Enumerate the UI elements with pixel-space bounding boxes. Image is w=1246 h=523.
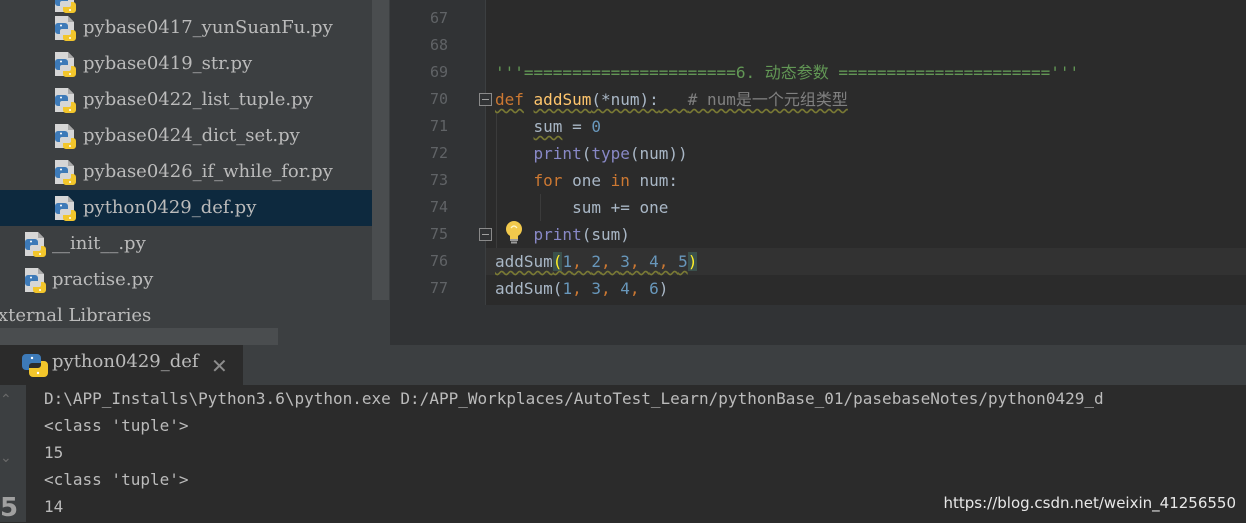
code-line-76[interactable]: addSum(1, 2, 3, 4, 5): [495, 248, 698, 275]
python-file-icon: [22, 231, 48, 257]
console-line: <class 'tuple'>: [44, 416, 189, 435]
tree-vertical-scrollbar[interactable]: [372, 0, 389, 300]
run-tab[interactable]: python0429_def ✕: [0, 345, 243, 385]
line-number: 71: [429, 117, 448, 135]
line-number: 72: [429, 144, 448, 162]
line-number: 76: [429, 252, 448, 270]
console-line: D:\APP_Installs\Python3.6\python.exe D:/…: [44, 389, 1104, 408]
code-line-69[interactable]: '''======================6. 动态参数 =======…: [495, 59, 1079, 86]
python-run-icon: [22, 354, 48, 377]
console-line: 15: [44, 443, 64, 462]
code-line-74[interactable]: sum += one: [495, 194, 668, 221]
code-line-70[interactable]: def addSum(*num): # num是一个元组类型: [495, 86, 848, 113]
run-tab-label: python0429_def: [52, 351, 199, 372]
tree-item-label: pybase0417_yunSuanFu.py: [83, 17, 333, 38]
tree-horizontal-scrollbar[interactable]: [0, 328, 278, 345]
line-number: 67: [429, 9, 448, 27]
scroll-up-icon[interactable]: ⌃: [0, 391, 14, 408]
code-line-72[interactable]: print(type(num)): [495, 140, 688, 167]
tree-item-file[interactable]: pybase0426_if_while_for.py: [0, 154, 372, 190]
tree-item-file[interactable]: practise.py: [0, 262, 372, 298]
console-line: 14: [44, 497, 64, 516]
tree-item-file[interactable]: pybase0419_str.py: [0, 46, 372, 82]
tree-item-file[interactable]: __init__.py: [0, 226, 372, 262]
tree-item-label: pybase0424_dict_set.py: [83, 125, 300, 146]
fold-marker-icon[interactable]: [479, 228, 492, 241]
code-editor[interactable]: 67 68 69 70 71 72 73 74 75 76 77 '''====…: [390, 0, 1246, 345]
python-file-icon: [52, 87, 78, 113]
rerun-icon[interactable]: 5: [0, 493, 18, 523]
tree-item-file[interactable]: pybase0417_yunSuanFu.py: [0, 10, 372, 46]
line-number: 70: [429, 90, 448, 108]
python-file-icon: [52, 195, 78, 221]
code-line-71[interactable]: sum = 0: [495, 113, 601, 140]
python-file-icon: [22, 267, 48, 293]
python-file-icon: [52, 159, 78, 185]
run-toolbar: ⌃ ⌄ 5: [0, 385, 26, 523]
line-number: 77: [429, 279, 448, 297]
run-panel-header: python0429_def ✕: [0, 345, 1246, 385]
code-line-73[interactable]: for one in num:: [495, 167, 679, 194]
tree-item-file[interactable]: pybase0424_dict_set.py: [0, 118, 372, 154]
line-number: 68: [429, 36, 448, 54]
tree-item-label: python0429_def.py: [83, 197, 257, 218]
python-file-icon: [52, 51, 78, 77]
tree-item-file-selected[interactable]: python0429_def.py: [0, 190, 372, 226]
line-number: 74: [429, 198, 448, 216]
tree-item-label: pybase0426_if_while_for.py: [83, 161, 333, 182]
line-number: 73: [429, 171, 448, 189]
code-line-75[interactable]: print(sum): [495, 221, 630, 248]
fold-marker-icon[interactable]: [479, 93, 492, 106]
tree-item-label: pybase0422_list_tuple.py: [83, 89, 313, 110]
python-file-icon: [52, 123, 78, 149]
python-file-icon: [52, 15, 78, 41]
line-number: 75: [429, 225, 448, 243]
code-line-77[interactable]: addSum(1, 3, 4, 6): [495, 275, 668, 302]
tree-item-label: __init__.py: [52, 233, 146, 254]
line-number: 69: [429, 63, 448, 81]
watermark: https://blog.csdn.net/weixin_41256550: [943, 494, 1236, 512]
scroll-down-icon[interactable]: ⌄: [0, 449, 14, 466]
console-line: <class 'tuple'>: [44, 470, 189, 489]
tree-item-label: practise.py: [52, 269, 154, 290]
close-icon[interactable]: ✕: [211, 353, 228, 381]
tree-item-label: pybase0419_str.py: [83, 53, 253, 74]
tree-item-file[interactable]: pybase0422_list_tuple.py: [0, 82, 372, 118]
project-tree: pybase0417_yunSuanFu.py pybase0419_str.p…: [0, 0, 390, 345]
